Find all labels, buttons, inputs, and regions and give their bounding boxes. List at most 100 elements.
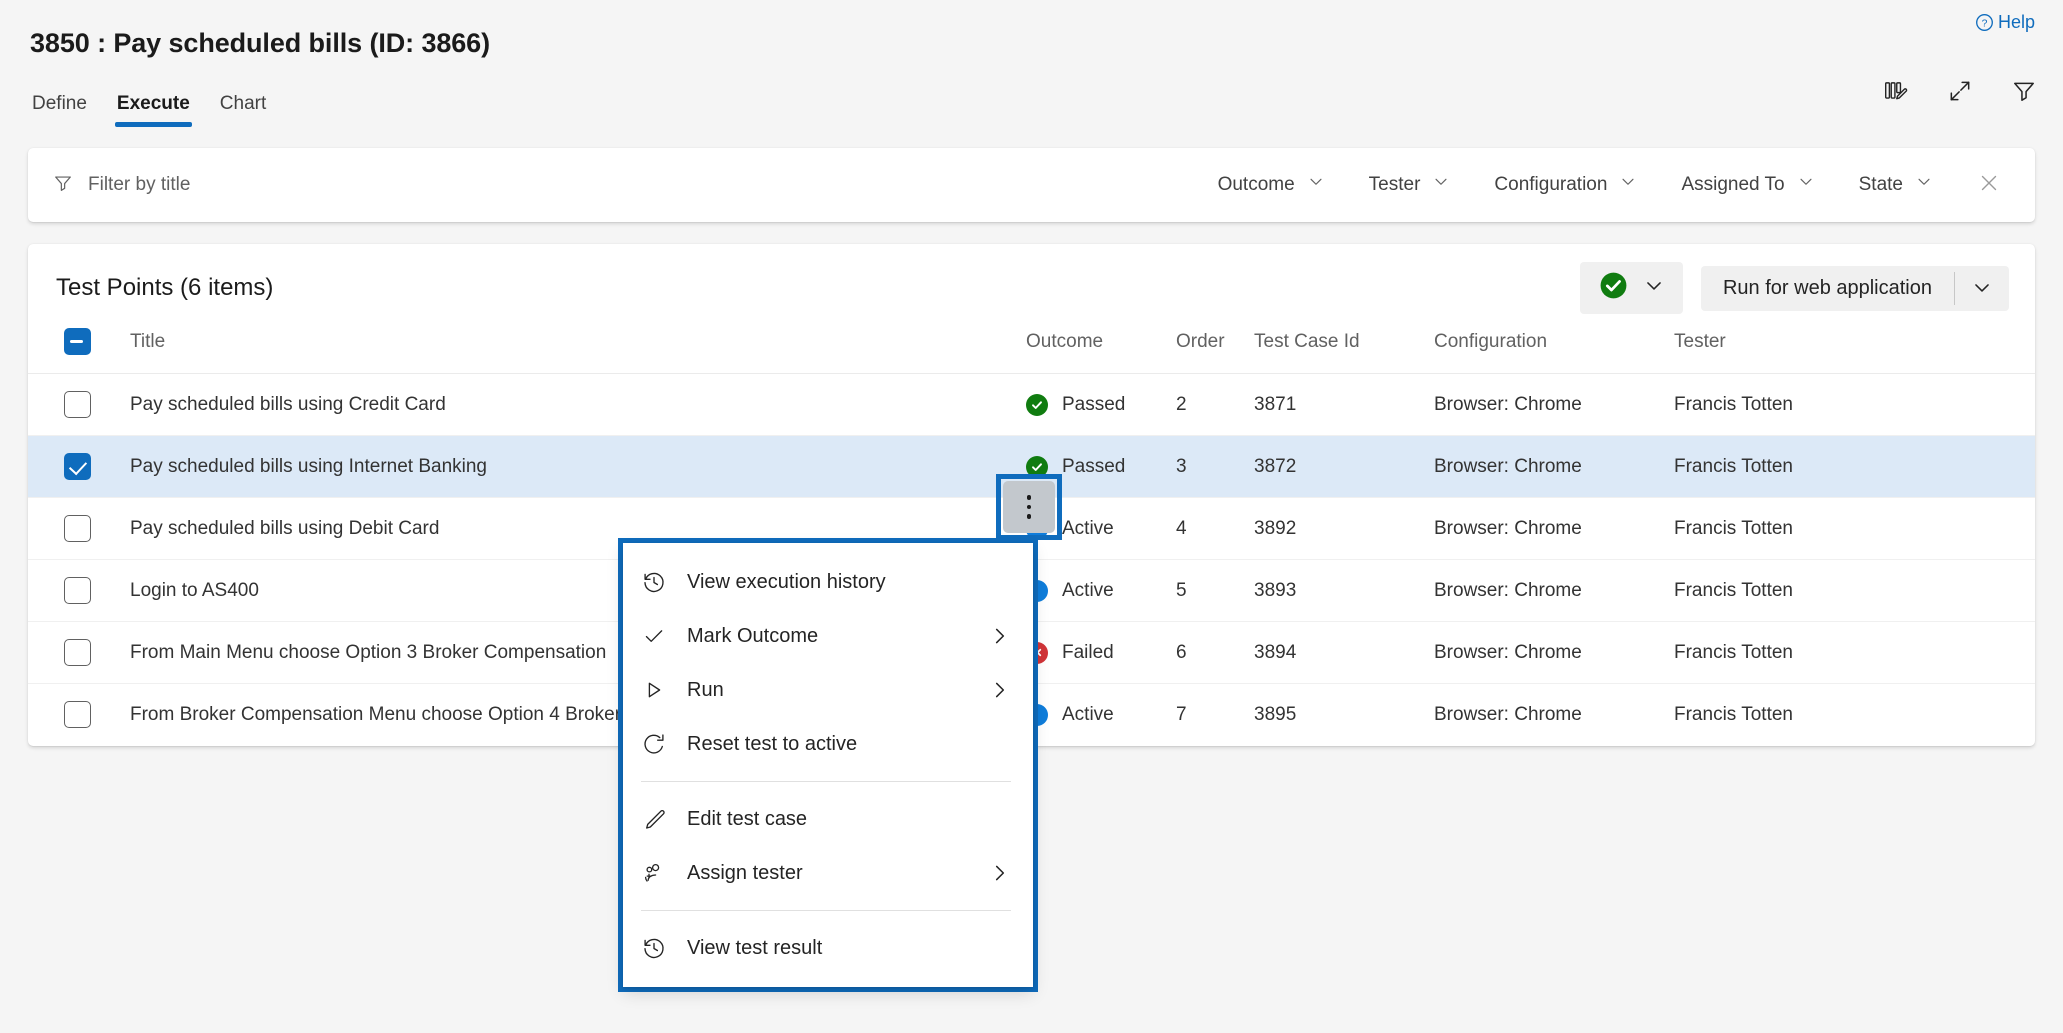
pencil-icon [641,806,667,832]
reset-icon [641,731,667,757]
column-header-title[interactable]: Title [106,322,1026,374]
help-link[interactable]: ? Help [1975,12,2035,33]
filter-pill-assigned-to[interactable]: Assigned To [1659,165,1836,205]
filter-pill-configuration-label: Configuration [1494,174,1607,196]
row-configuration: Browser: Chrome [1434,684,1674,746]
menu-separator [641,781,1011,782]
page-title: 3850 : Pay scheduled bills (ID: 3866) [30,18,2033,59]
menu-item-mark-outcome[interactable]: Mark Outcome [623,609,1033,663]
svg-text:?: ? [1982,19,1988,30]
tab-chart[interactable]: Chart [218,93,268,127]
row-checkbox-cell [28,374,106,436]
row-title-cell: Pay scheduled bills using Credit Card [106,374,1026,436]
row-checkbox-cell [28,436,106,498]
row-tester: Francis Totten [1674,560,2035,622]
mark-outcome-button[interactable] [1580,262,1683,314]
column-header-test-case-id[interactable]: Test Case Id [1254,322,1434,374]
filter-pills: Outcome Tester Configuration Assigned To… [1196,163,2013,208]
outcome-passed-icon [1026,394,1048,416]
row-title: Pay scheduled bills using Credit Card [106,394,1026,416]
column-header-order[interactable]: Order [1176,322,1254,374]
page-header: 3850 : Pay scheduled bills (ID: 3866) ? … [0,0,2063,140]
row-order: 7 [1176,684,1254,746]
chevron-down-icon [1307,173,1325,197]
filter-pill-configuration[interactable]: Configuration [1472,165,1659,205]
row-outcome-label: Active [1062,518,1114,540]
checkmark-icon [641,623,667,649]
more-actions-highlight [996,474,1062,540]
row-checkbox[interactable] [64,577,91,604]
run-button-group[interactable]: Run for web application [1701,266,2009,311]
row-order: 3 [1176,436,1254,498]
row-configuration: Browser: Chrome [1434,498,1674,560]
menu-item-label: View test result [687,937,1011,960]
row-checkbox[interactable] [64,639,91,666]
row-test-case-id: 3872 [1254,436,1434,498]
row-checkbox-cell [28,498,106,560]
row-outcome-label: Passed [1062,394,1125,416]
filter-pill-state[interactable]: State [1837,165,1955,205]
menu-item-reset-test-to-active[interactable]: Reset test to active [623,717,1033,771]
row-checkbox-cell [28,622,106,684]
table-row[interactable]: Pay scheduled bills using Credit Card Pa… [28,374,2035,436]
row-outcome-label: Active [1062,580,1114,602]
chevron-down-icon [1619,173,1637,197]
chevron-right-icon [989,625,1011,647]
filter-pill-tester[interactable]: Tester [1347,165,1473,205]
row-outcome-label: Failed [1062,642,1114,664]
header-toolbar [1883,78,2037,104]
filter-pill-state-label: State [1859,174,1903,196]
menu-item-run[interactable]: Run [623,663,1033,717]
row-test-case-id: 3895 [1254,684,1434,746]
row-checkbox[interactable] [64,515,91,542]
column-options-icon[interactable] [1883,78,1909,104]
column-header-tester[interactable]: Tester [1674,322,2035,374]
row-checkbox-cell [28,684,106,746]
chevron-right-icon [989,862,1011,884]
row-checkbox[interactable] [64,701,91,728]
row-configuration: Browser: Chrome [1434,622,1674,684]
row-configuration: Browser: Chrome [1434,436,1674,498]
row-checkbox[interactable] [64,391,91,418]
row-outcome-cell: Active [1026,560,1176,622]
run-button-chevron-down-icon[interactable] [1955,266,2009,311]
menu-item-label: Edit test case [687,808,1011,831]
chevron-down-icon [1643,275,1665,302]
select-all-checkbox[interactable] [64,328,91,355]
test-points-toolbar: Test Points (6 items) Run for web applic… [28,244,2035,322]
filter-pill-outcome-label: Outcome [1218,174,1295,196]
question-circle-icon: ? [1975,13,1994,32]
row-tester: Francis Totten [1674,374,2035,436]
menu-item-view-test-result[interactable]: View test result [623,921,1033,975]
column-header-outcome[interactable]: Outcome [1026,322,1176,374]
row-test-case-id: 3894 [1254,622,1434,684]
row-outcome-cell: Passed [1026,374,1176,436]
filter-input[interactable]: Filter by title [52,148,1196,222]
row-test-case-id: 3893 [1254,560,1434,622]
filter-pill-outcome[interactable]: Outcome [1196,165,1347,205]
history-icon [641,569,667,595]
clear-filters-button[interactable] [1955,163,2013,208]
filter-icon[interactable] [2011,78,2037,104]
table-header-row: Title Outcome Order Test Case Id Configu… [28,322,2035,374]
row-checkbox[interactable] [64,453,91,480]
menu-item-label: Run [687,679,969,702]
column-header-configuration[interactable]: Configuration [1434,322,1674,374]
row-test-case-id: 3892 [1254,498,1434,560]
run-button-label[interactable]: Run for web application [1701,266,1954,311]
menu-item-edit-test-case[interactable]: Edit test case [623,792,1033,846]
tab-define[interactable]: Define [30,93,89,127]
filter-pill-assigned-to-label: Assigned To [1681,174,1784,196]
menu-item-label: View execution history [687,571,1011,594]
menu-item-assign-tester[interactable]: Assign tester [623,846,1033,900]
person-add-icon [641,860,667,886]
select-all-header [28,322,106,374]
help-label: Help [1998,12,2035,33]
row-outcome-cell: Active [1026,684,1176,746]
fullscreen-icon[interactable] [1947,78,1973,104]
tab-execute[interactable]: Execute [115,93,192,127]
menu-item-view-execution-history[interactable]: View execution history [623,555,1033,609]
row-title: Pay scheduled bills using Debit Card [106,518,1026,540]
row-title-cell: Pay scheduled bills using Internet Banki… [106,436,1026,498]
more-vertical-icon[interactable] [1003,481,1055,533]
